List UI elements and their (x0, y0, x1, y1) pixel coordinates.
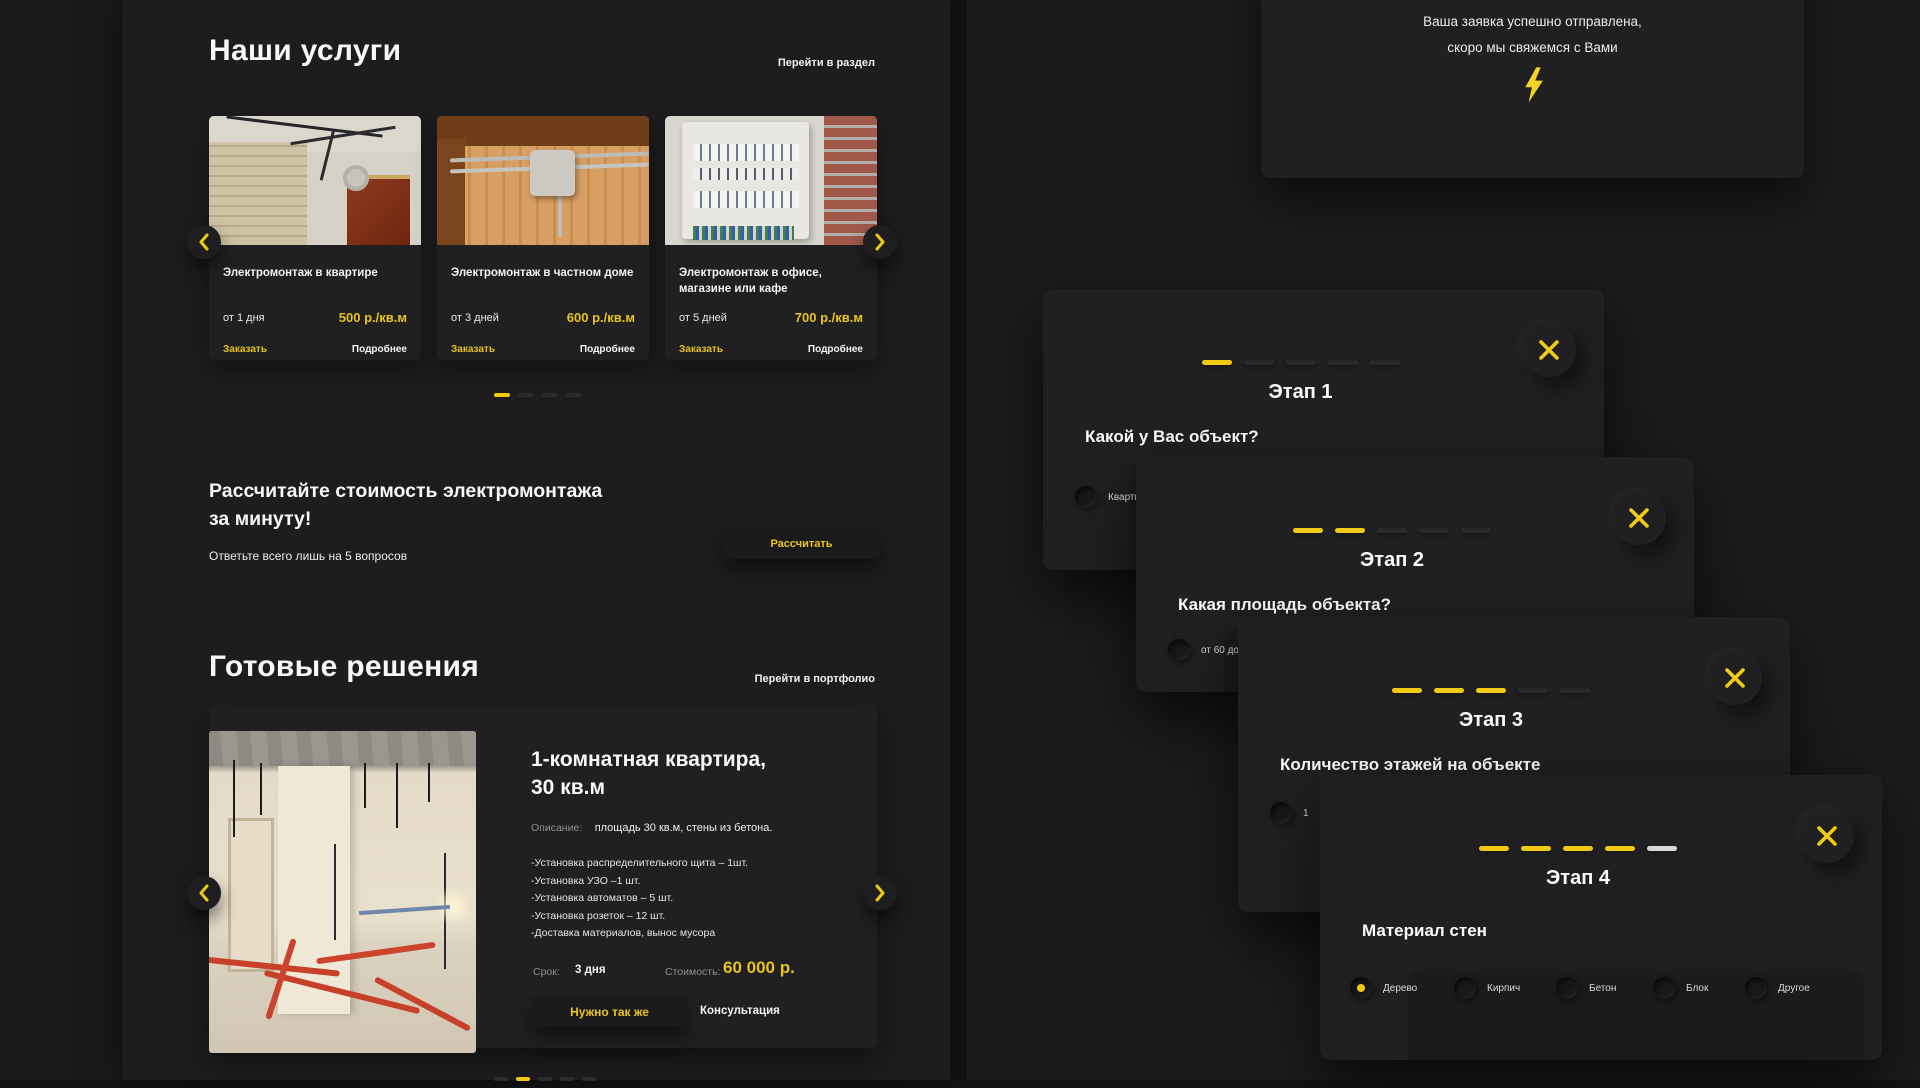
portfolio-section-title: Готовые решения (209, 650, 479, 684)
radio-option-label: от 60 до (1201, 645, 1239, 656)
chevron-left-icon (198, 233, 210, 251)
radio-button[interactable] (1075, 486, 1097, 508)
services-next-button[interactable] (863, 225, 897, 259)
step-title: Этап 4 (1320, 867, 1836, 890)
service-photo-private-house (437, 116, 649, 245)
portfolio-next-button[interactable] (863, 876, 897, 910)
progress-indicator (1136, 520, 1648, 538)
service-card-title: Электромонтаж в частном доме (451, 265, 639, 281)
service-card-duration: от 3 дней (451, 312, 499, 324)
order-button[interactable]: Заказать (679, 344, 723, 355)
list-item: -Установка УЗО –1 шт. (531, 873, 748, 891)
list-item: -Установка автоматов – 5 шт. (531, 890, 748, 908)
radio-option-label: Бетон (1589, 983, 1616, 994)
chevron-right-icon (874, 233, 886, 251)
portfolio-photo-apartment (209, 731, 476, 1053)
service-card-title: Электромонтаж в квартире (223, 265, 411, 281)
need-same-button[interactable]: Нужно так же (531, 997, 688, 1027)
consultation-button[interactable]: Консультация (700, 1005, 780, 1017)
close-icon (1537, 338, 1561, 362)
quiz-modal-step-4: Этап 4 Материал стен Дерево Кирпич Бетон… (1320, 775, 1882, 1060)
page-left-margin (0, 0, 122, 1080)
services-carousel-indicator[interactable] (494, 386, 582, 404)
details-button[interactable]: Подробнее (352, 344, 407, 355)
radio-button[interactable] (1745, 977, 1767, 999)
portfolio-item-title-line1: 1-комнатная квартира, (531, 748, 766, 772)
radio-option-label: Дерево (1383, 983, 1417, 994)
toast-message-line2: скоро мы свяжемся с Вами (1261, 40, 1804, 55)
close-button[interactable] (1522, 323, 1576, 377)
term-label: Срок: (533, 966, 560, 978)
service-card-title: Электромонтаж в офисе, магазине или кафе (679, 265, 867, 297)
progress-indicator (1238, 680, 1744, 698)
order-button[interactable]: Заказать (223, 344, 267, 355)
service-card-office: Электромонтаж в офисе, магазине или кафе… (665, 116, 877, 360)
toast-message-line1: Ваша заявка успешно отправлена, (1261, 14, 1804, 29)
radio-option-label: 1 (1303, 808, 1309, 819)
services-section-title: Наши услуги (209, 34, 401, 68)
cost-label: Стоимость: (665, 966, 720, 978)
service-card-duration: от 5 дней (679, 312, 727, 324)
step-title: Этап 3 (1238, 709, 1744, 732)
portfolio-carousel-indicator[interactable] (494, 1070, 596, 1088)
calculator-title-line2: за минуту! (209, 508, 311, 531)
portfolio-work-list: -Установка распределительного щита – 1шт… (531, 855, 748, 943)
portfolio-prev-button[interactable] (187, 876, 221, 910)
step-title: Этап 1 (1043, 381, 1558, 404)
close-icon (1627, 506, 1651, 530)
step-question: Материал стен (1362, 921, 1487, 941)
services-prev-button[interactable] (187, 225, 221, 259)
close-button[interactable] (1800, 809, 1854, 863)
service-card-price: 700 р./кв.м (795, 310, 863, 325)
services-section-link[interactable]: Перейти в раздел (650, 57, 875, 69)
radio-button[interactable] (1168, 639, 1190, 661)
list-item: -Установка розеток – 12 шт. (531, 908, 748, 926)
progress-indicator (1320, 838, 1836, 856)
radio-button[interactable] (1270, 802, 1292, 824)
list-item: -Установка распределительного щита – 1шт… (531, 855, 748, 873)
step-title: Этап 2 (1136, 549, 1648, 572)
step-question: Количество этажей на объекте (1280, 755, 1540, 775)
service-card-private-house: Электромонтаж в частном доме от 3 дней 6… (437, 116, 649, 360)
service-photo-office (665, 116, 877, 245)
radio-button[interactable] (1653, 977, 1675, 999)
success-toast: Ваша заявка успешно отправлена, скоро мы… (1261, 0, 1804, 178)
service-card-duration: от 1 дня (223, 312, 265, 324)
step-question: Какая площадь объекта? (1178, 595, 1391, 615)
service-card-price: 500 р./кв.м (339, 310, 407, 325)
order-button[interactable]: Заказать (451, 344, 495, 355)
portfolio-section-link[interactable]: Перейти в портфолио (650, 673, 875, 685)
cost-value: 60 000 р. (723, 958, 795, 978)
service-card-apartment: Электромонтаж в квартире от 1 дня 500 р.… (209, 116, 421, 360)
term-value: 3 дня (575, 964, 606, 976)
radio-button-selected[interactable] (1350, 977, 1372, 999)
service-photo-apartment (209, 116, 421, 245)
radio-button[interactable] (1454, 977, 1476, 999)
radio-option-label: Кирпич (1487, 983, 1520, 994)
close-icon (1723, 666, 1747, 690)
list-item: -Доставка материалов, вынос мусора (531, 925, 748, 943)
close-button[interactable] (1708, 651, 1762, 705)
details-button[interactable]: Подробнее (808, 344, 863, 355)
lightning-bolt-icon (1261, 67, 1804, 103)
step-question: Какой у Вас объект? (1085, 427, 1259, 447)
radio-option-label: Другое (1778, 983, 1810, 994)
portfolio-item-title-line2: 30 кв.м (531, 776, 605, 800)
radio-button[interactable] (1556, 977, 1578, 999)
service-card-price: 600 р./кв.м (567, 310, 635, 325)
chevron-right-icon (874, 884, 886, 902)
calculate-button[interactable]: Рассчитать (723, 528, 880, 559)
radio-option-label: Блок (1686, 983, 1708, 994)
description-label: Описание: (531, 822, 582, 834)
calculator-subtitle: Ответьте всего лишь на 5 вопросов (209, 549, 407, 563)
calculator-title-line1: Рассчитайте стоимость электромонтажа (209, 480, 602, 503)
chevron-left-icon (198, 884, 210, 902)
close-icon (1815, 824, 1839, 848)
close-button[interactable] (1612, 491, 1666, 545)
details-button[interactable]: Подробнее (580, 344, 635, 355)
description-value: площадь 30 кв.м, стены из бетона. (595, 822, 773, 834)
progress-indicator (1043, 352, 1558, 370)
